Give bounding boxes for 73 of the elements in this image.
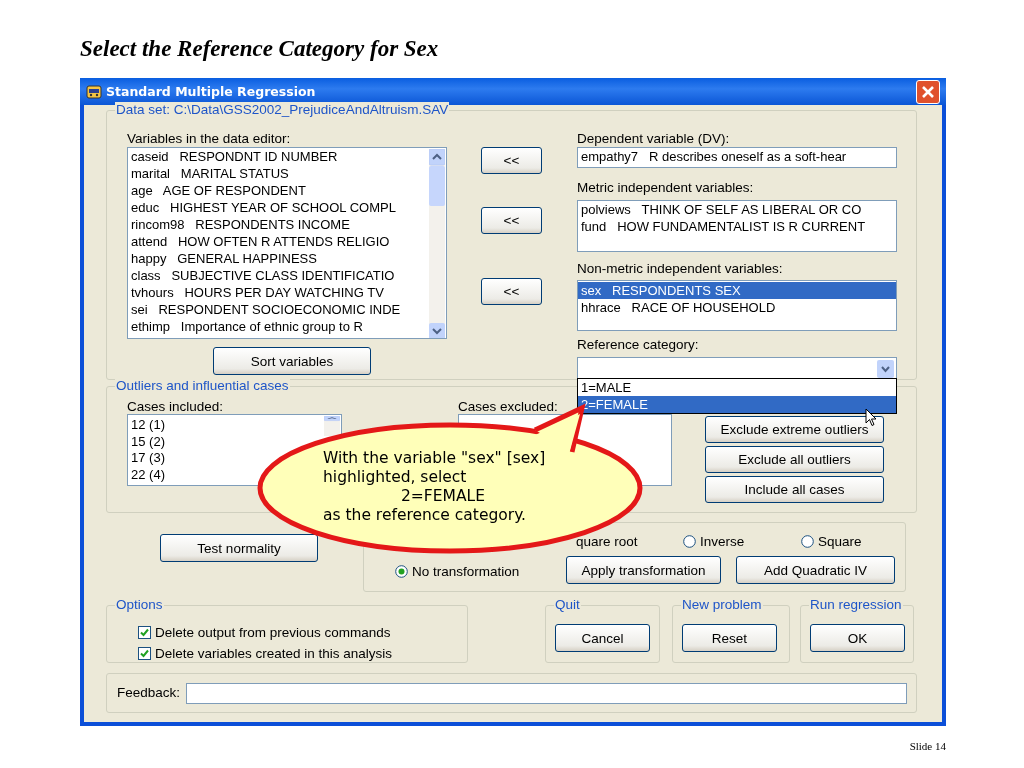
field-label: Reference category:	[577, 336, 700, 353]
dv-field[interactable]: empathy7 R describes oneself as a soft-hear	[577, 147, 897, 168]
dropdown-option[interactable]: 2=FEMALE	[578, 396, 896, 413]
radio-label: quare root	[576, 534, 638, 549]
group-legend: Quit	[554, 597, 581, 612]
app-icon	[86, 83, 102, 100]
reference-dropdown[interactable]	[577, 356, 897, 379]
radio-button[interactable]	[801, 535, 814, 548]
slide-number: Slide 14	[909, 740, 946, 752]
list-item[interactable]: age AGE OF RESPONDENT	[128, 182, 446, 199]
list-item[interactable]: 12 (1)	[128, 417, 165, 434]
checkbox[interactable]	[138, 647, 151, 660]
list-item[interactable]: 17 (3)	[128, 450, 165, 467]
field-label: Cases excluded:	[458, 399, 558, 415]
field-label: Cases included:	[127, 399, 225, 415]
list-item[interactable]: attend HOW OFTEN R ATTENDS RELIGIO	[128, 233, 446, 250]
radio-label: No transformation	[412, 564, 520, 579]
slide-title: Select the Reference Category for Sex	[80, 36, 439, 62]
list-item[interactable]: marital MARITAL STATUS	[128, 165, 446, 182]
outlier-button[interactable]: Include all cases	[705, 476, 884, 503]
group-legend: Run regression	[809, 597, 903, 612]
list-item[interactable]: 22 (4)	[128, 466, 165, 483]
radio-label: Square	[818, 534, 862, 549]
move-button[interactable]: <<	[481, 147, 542, 174]
variables-list[interactable]	[127, 147, 447, 339]
move-button[interactable]: <<	[481, 278, 542, 305]
reset-button[interactable]: Reset	[682, 624, 777, 652]
list-item[interactable]: sei RESPONDENT SOCIOECONOMIC INDE	[128, 301, 446, 318]
sort-variables-button[interactable]: Sort variables	[213, 347, 371, 375]
checkbox-label: Delete variables created in this analysis	[155, 646, 393, 661]
close-icon	[921, 84, 935, 99]
outlier-button[interactable]: Exclude extreme outliers	[705, 416, 884, 443]
add-quadratic-button[interactable]: Add Quadratic IV	[736, 556, 895, 584]
ok-button[interactable]: OK	[810, 624, 905, 652]
metric-list[interactable]: polviews THINK OF SELF AS LIBERAL OR CO fund HOW FUNDAMENTALIST IS R CURRENT	[577, 199, 897, 252]
list-item[interactable]: tvhours HOURS PER DAY WATCHING TV	[128, 284, 446, 301]
checkbox-label: Delete output from previous commands	[155, 625, 391, 640]
feedback-field[interactable]	[186, 682, 907, 704]
window-title: Standard Multiple Regression	[106, 84, 317, 99]
list-item[interactable]: happy GENERAL HAPPINESS	[128, 250, 446, 267]
list-item[interactable]: polviews THINK OF SELF AS LIBERAL OR CO	[578, 200, 896, 218]
list-item[interactable]: rincom98 RESPONDENTS INCOME	[128, 216, 446, 233]
group-legend: Data set: C:\Data\GSS2002_PrejudiceAndAltruism.SAV	[115, 102, 450, 117]
list-item[interactable]: 15 (2)	[128, 433, 165, 450]
list-item[interactable]: ethimp Importance of ethnic group to R	[128, 318, 446, 335]
field-label: Feedback:	[117, 685, 181, 701]
list-item[interactable]: class SUBJECTIVE CLASS IDENTIFICATIO	[128, 267, 446, 284]
checkbox[interactable]	[138, 626, 151, 639]
scrollbar-icon[interactable]	[324, 416, 340, 436]
list-item[interactable]: hhrace RACE OF HOUSEHOLD	[578, 298, 896, 316]
radio-button[interactable]	[395, 565, 408, 578]
cancel-button[interactable]: Cancel	[555, 624, 650, 652]
move-button[interactable]: <<	[481, 207, 542, 234]
radio-label: Inverse	[700, 534, 745, 549]
dropdown-option[interactable]: 1=MALE	[578, 379, 896, 396]
apply-transformation-button[interactable]: Apply transformation	[566, 556, 721, 584]
list-item[interactable]: educ HIGHEST YEAR OF SCHOOL COMPL	[128, 199, 446, 216]
field-label: Metric independent variables:	[577, 179, 755, 196]
radio-button[interactable]	[683, 535, 696, 548]
list-item[interactable]: sex RESPONDENTS SEX	[578, 281, 896, 299]
close-button[interactable]	[916, 79, 940, 104]
group-legend: New problem	[681, 597, 763, 612]
field-label: Non-metric independent variables:	[577, 260, 784, 277]
scrollbar-icon[interactable]	[429, 149, 445, 338]
field-label: Variables in the data editor:	[127, 131, 292, 147]
list-item[interactable]: fund HOW FUNDAMENTALIST IS R CURRENT	[578, 217, 896, 235]
field-label: Dependent variable (DV):	[577, 131, 731, 147]
test-normality-button[interactable]: Test normality	[160, 534, 318, 562]
nonmetric-list[interactable]: sex RESPONDENTS SEX hhrace RACE OF HOUSEHOLD	[577, 279, 897, 331]
list-item[interactable]: caseid RESPONDNT ID NUMBER	[128, 148, 446, 165]
outlier-button[interactable]: Exclude all outliers	[705, 446, 884, 473]
group-legend: Options	[115, 597, 164, 612]
group-legend: Outliers and influential cases	[115, 378, 290, 393]
